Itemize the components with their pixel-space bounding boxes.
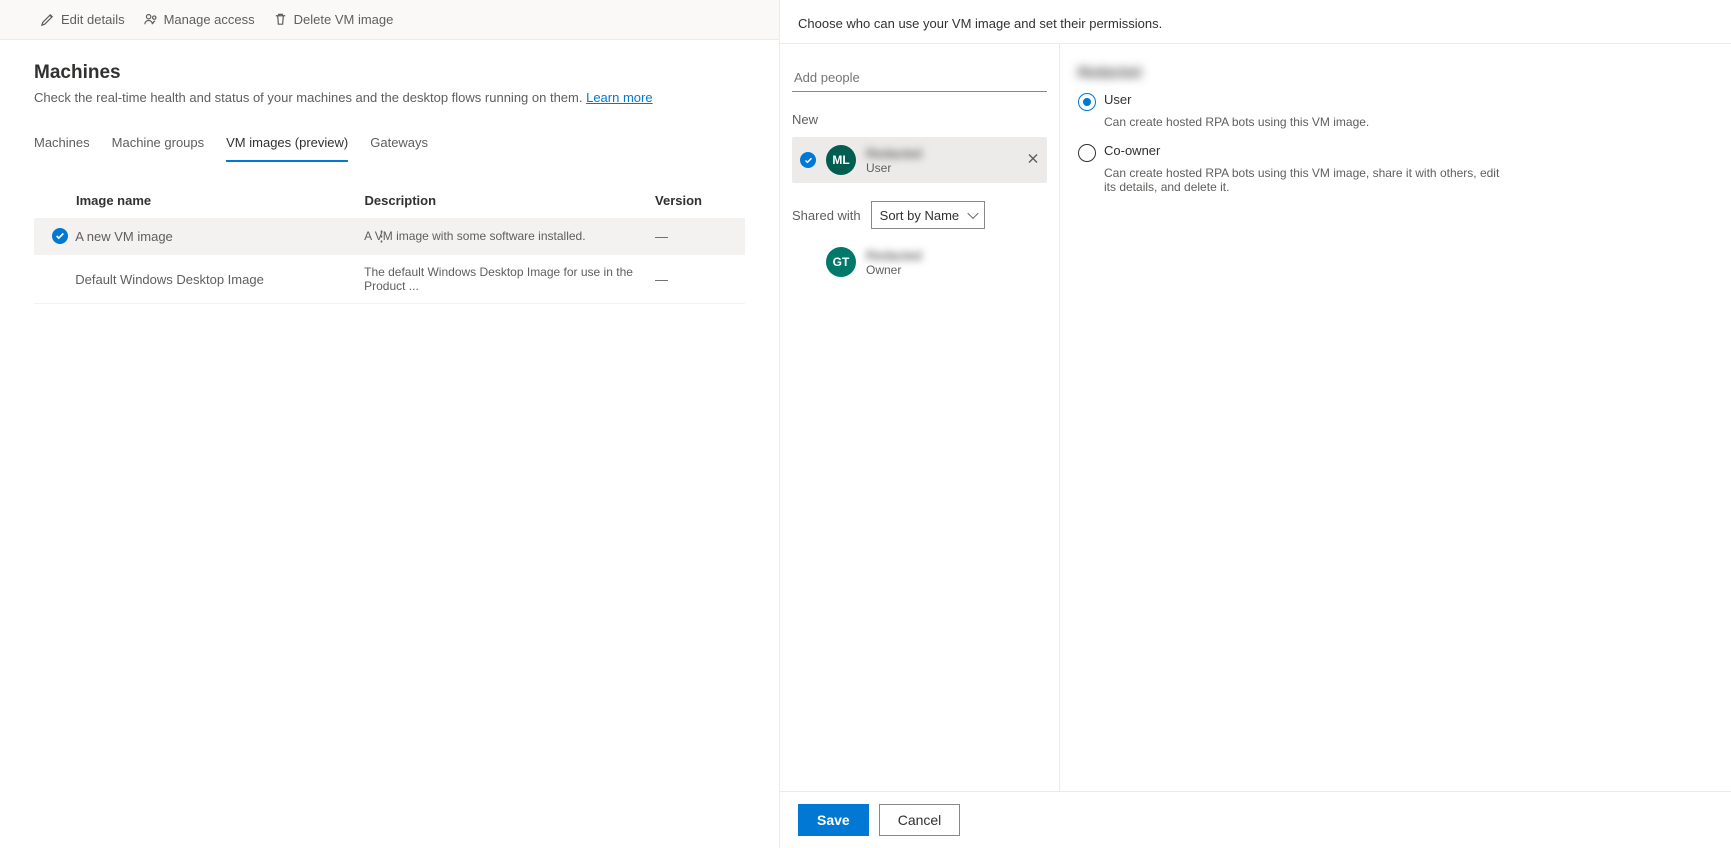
permission-radio-coowner[interactable]: [1078, 144, 1096, 162]
cell-desc: A VM image with some software installed.: [364, 229, 655, 243]
permissions-column: Redacted User Can create hosted RPA bots…: [1060, 44, 1731, 791]
close-icon: [1027, 153, 1039, 165]
shared-with-label: Shared with: [792, 208, 861, 223]
remove-person-button[interactable]: [1027, 153, 1039, 168]
table-header: Image name Description Version: [34, 193, 745, 218]
person-role: Owner: [866, 263, 922, 277]
new-section-label: New: [792, 112, 1047, 127]
selected-person-title: Redacted: [1078, 64, 1713, 80]
cell-version: —: [655, 229, 733, 244]
col-header-name[interactable]: Image name: [76, 193, 365, 208]
page-desc-text: Check the real-time health and status of…: [34, 90, 586, 105]
delete-vm-label: Delete VM image: [294, 12, 394, 27]
permission-radio-user[interactable]: [1078, 93, 1096, 111]
tab-vm-images[interactable]: VM images (preview): [226, 127, 348, 162]
edit-details-button[interactable]: Edit details: [40, 12, 125, 27]
table-row[interactable]: Default Windows Desktop Image The defaul…: [34, 255, 745, 304]
col-header-version[interactable]: Version: [655, 193, 733, 208]
cell-version: —: [655, 272, 733, 287]
share-panel: Choose who can use your VM image and set…: [780, 0, 1731, 848]
page-title: Machines: [34, 62, 745, 84]
permission-desc: Can create hosted RPA bots using this VM…: [1104, 166, 1504, 194]
person-name: Redacted: [866, 146, 922, 161]
row-more-button[interactable]: ⋮: [374, 229, 389, 244]
tabs: Machines Machine groups VM images (previ…: [34, 127, 745, 163]
manage-access-button[interactable]: Manage access: [143, 12, 255, 27]
person-row-new[interactable]: ML Redacted User: [792, 137, 1047, 183]
cell-desc: The default Windows Desktop Image for us…: [364, 265, 655, 293]
tab-gateways[interactable]: Gateways: [370, 127, 428, 162]
cell-name: Default Windows Desktop Image: [75, 272, 364, 287]
add-people-input[interactable]: [792, 64, 1047, 92]
col-header-desc[interactable]: Description: [365, 193, 655, 208]
check-icon: [52, 228, 68, 244]
tab-machines[interactable]: Machines: [34, 127, 90, 162]
permission-desc: Can create hosted RPA bots using this VM…: [1104, 115, 1504, 129]
trash-icon: [273, 12, 288, 27]
people-column: New ML Redacted User Shared with Sort by…: [780, 44, 1060, 791]
learn-more-link[interactable]: Learn more: [586, 90, 652, 105]
edit-details-label: Edit details: [61, 12, 125, 27]
avatar: ML: [826, 145, 856, 175]
row-checkbox[interactable]: [44, 228, 75, 244]
cell-name: A new VM image: [75, 229, 364, 244]
manage-access-label: Manage access: [164, 12, 255, 27]
person-role: User: [866, 161, 922, 175]
command-bar: Edit details Manage access Delete VM ima…: [0, 0, 779, 40]
person-name: Redacted: [866, 248, 922, 263]
panel-description: Choose who can use your VM image and set…: [780, 0, 1731, 44]
pencil-icon: [40, 12, 55, 27]
tab-machine-groups[interactable]: Machine groups: [112, 127, 205, 162]
permission-label: Co-owner: [1104, 143, 1160, 158]
sort-select[interactable]: Sort by Name: [871, 201, 985, 229]
cancel-button[interactable]: Cancel: [879, 804, 961, 836]
table-row[interactable]: A new VM image ⋮ A VM image with some so…: [34, 218, 745, 255]
page-description: Check the real-time health and status of…: [34, 90, 745, 105]
check-icon: [800, 152, 816, 168]
delete-vm-button[interactable]: Delete VM image: [273, 12, 394, 27]
save-button[interactable]: Save: [798, 804, 869, 836]
avatar: GT: [826, 247, 856, 277]
panel-footer: Save Cancel: [780, 791, 1731, 848]
permission-label: User: [1104, 92, 1131, 107]
people-icon: [143, 12, 158, 27]
vm-images-table: Image name Description Version A new VM …: [34, 193, 745, 304]
person-row-owner[interactable]: GT Redacted Owner: [792, 239, 1047, 285]
